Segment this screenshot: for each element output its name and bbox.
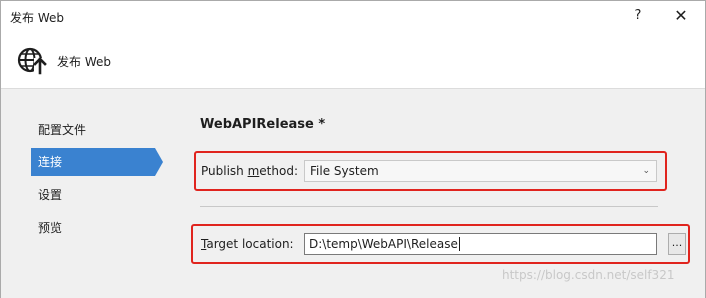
title-bar: 发布 Web ? ✕	[1, 1, 705, 32]
nav-item-preview[interactable]: 预览	[31, 214, 155, 242]
dialog-header: 发布 Web	[1, 32, 705, 89]
content-area: 配置文件 连接 设置 预览 WebAPIRelease * Publish me…	[1, 90, 705, 298]
profile-title: WebAPIRelease *	[200, 117, 326, 132]
watermark: https://blog.csdn.net/self321	[502, 268, 675, 282]
globe-publish-icon	[17, 47, 47, 75]
help-button[interactable]: ?	[627, 6, 649, 26]
publish-method-value: File System	[310, 164, 379, 178]
browse-button[interactable]: ...	[668, 233, 686, 255]
close-button[interactable]: ✕	[670, 6, 692, 26]
nav-item-settings[interactable]: 设置	[31, 181, 155, 209]
target-location-label: Target location:	[201, 237, 294, 251]
nav-item-profile[interactable]: 配置文件	[31, 116, 155, 144]
separator	[200, 206, 658, 207]
nav-item-connection[interactable]: 连接	[31, 148, 155, 176]
publish-method-select[interactable]: File System ⌄	[304, 160, 657, 182]
publish-method-label: Publish method:	[201, 164, 298, 178]
nav-active-arrow	[155, 148, 163, 176]
text-caret	[458, 237, 460, 251]
target-location-value: D:\temp\WebAPI\Release	[309, 237, 458, 251]
publish-web-dialog: 发布 Web ? ✕ 发布 Web 配置文件 连接 设置 预览 WebAPIRe…	[0, 0, 706, 298]
window-title: 发布 Web	[10, 11, 64, 25]
target-location-input[interactable]: D:\temp\WebAPI\Release	[304, 233, 657, 255]
chevron-down-icon: ⌄	[642, 166, 650, 176]
header-title: 发布 Web	[57, 55, 111, 69]
